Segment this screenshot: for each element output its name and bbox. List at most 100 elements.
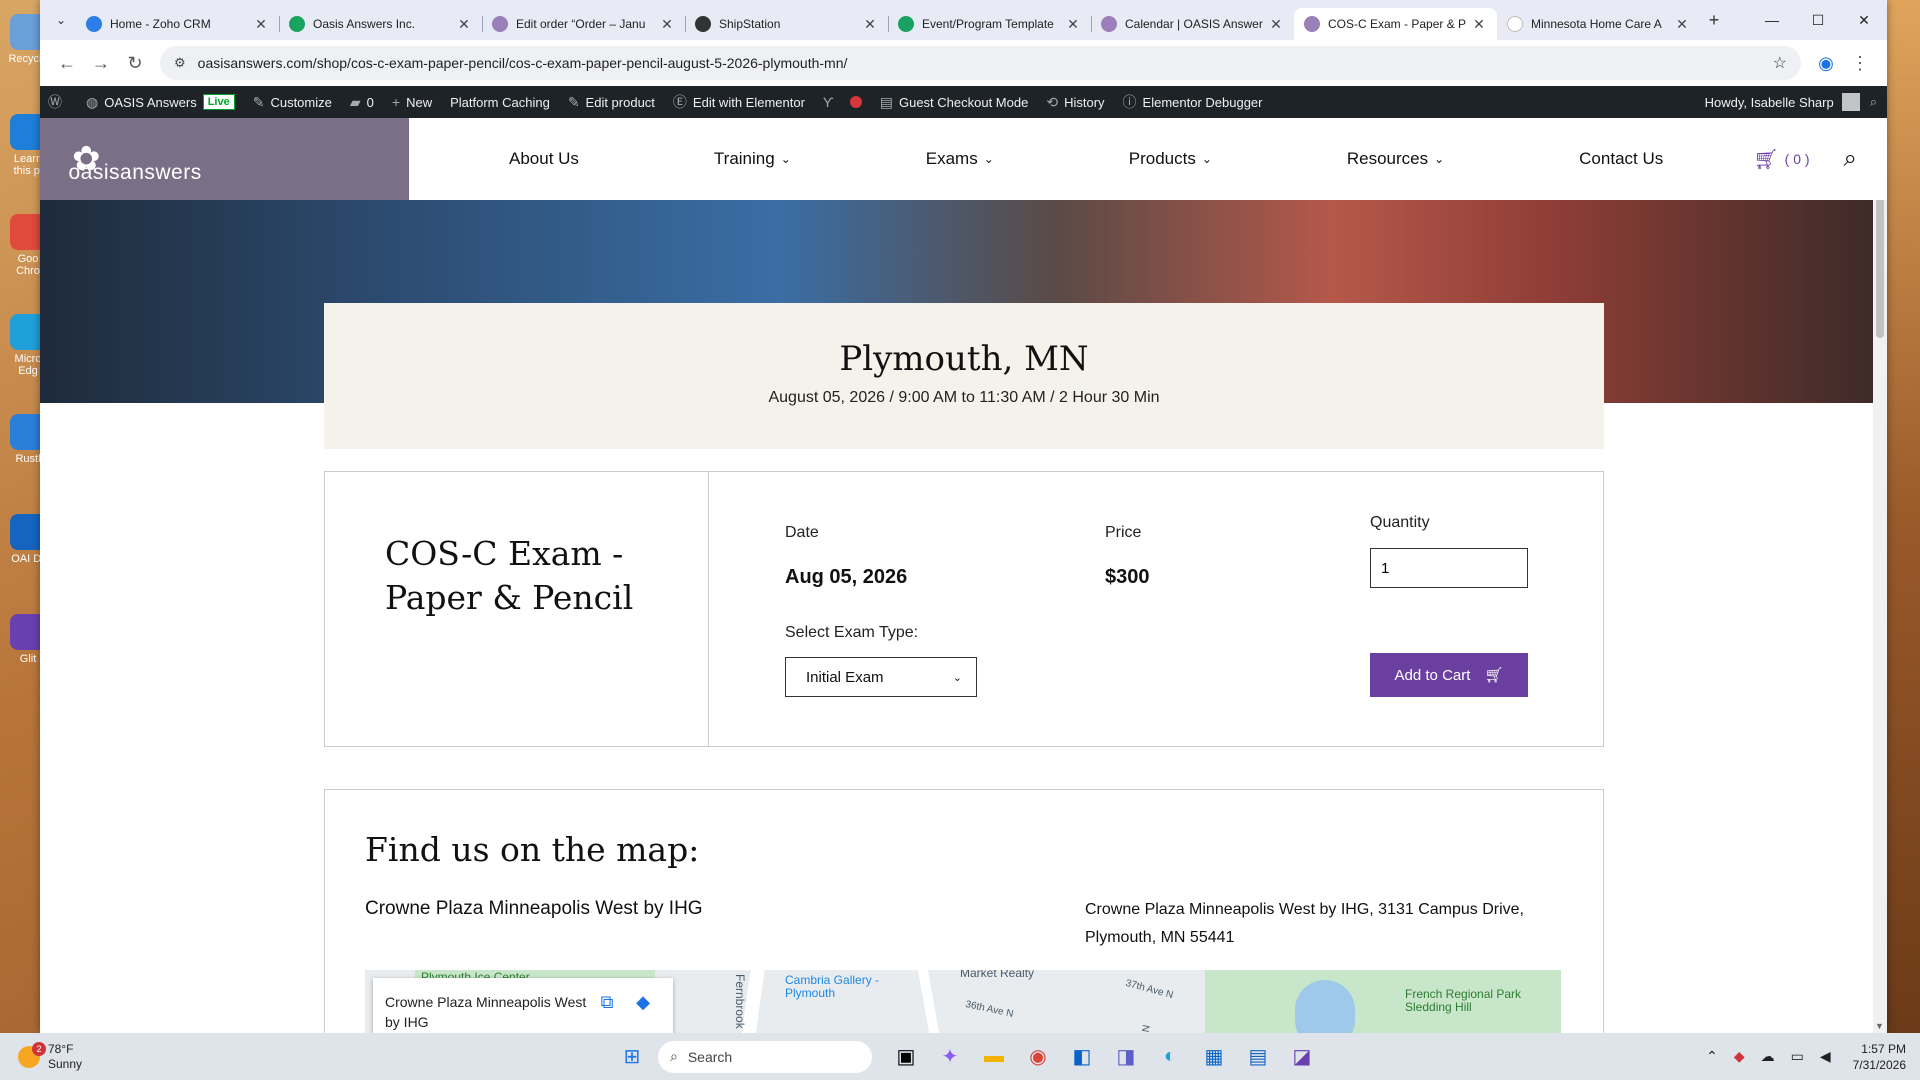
volume-icon[interactable]: ◀ <box>1820 1048 1831 1065</box>
site-header: ✿ oasisanswers About Us Training ⌄ Exams ⌄ Pr… <box>40 118 1887 200</box>
nav-item-label: Products <box>1128 149 1196 168</box>
yoast-icon[interactable]: Ƴ <box>823 94 840 110</box>
favicon-icon <box>1101 16 1117 32</box>
nav-item-products[interactable]: Products ⌄ <box>1129 149 1212 169</box>
browser-window: ⌄ Home - Zoho CRM ✕ Oasis Answers Inc. ✕ Edi… <box>40 0 1887 1033</box>
close-window-icon[interactable]: ✕ <box>1841 0 1887 40</box>
wp-customize[interactable]: ✎ Customize <box>253 94 332 111</box>
map-section: Find us on the map: Crowne Plaza Minneap… <box>324 789 1604 1033</box>
menu-icon[interactable]: ⋮ <box>1843 46 1877 80</box>
wp-platform-caching[interactable]: Platform Caching <box>450 95 550 110</box>
directions-icon[interactable]: ◆ <box>625 992 661 1033</box>
browser-tab[interactable]: Event/Program Template ✕ <box>888 8 1091 40</box>
history-icon: ⟲ <box>1046 93 1059 110</box>
url-text: oasisanswers.com/shop/cos-c-exam-paper-p… <box>197 55 848 71</box>
teams-icon[interactable]: ◨ <box>1106 1037 1146 1077</box>
date-value: Aug 05, 2026 <box>785 566 908 588</box>
chevron-up-icon[interactable]: ⌃ <box>1706 1048 1718 1065</box>
cloud-offline-icon[interactable]: ☁ <box>1761 1048 1775 1065</box>
browser-tab[interactable]: Calendar | OASIS Answer ✕ <box>1091 8 1294 40</box>
price-value: $300 <box>1105 566 1150 588</box>
outlook-icon[interactable]: ◧ <box>1062 1037 1102 1077</box>
taskbar: 2 78°F Sunny ⊞ ⌕ Search ▣ ✦ ▬ ◉ ◧ ◨ ◐ ▦ … <box>0 1033 1920 1080</box>
network-icon[interactable]: ▭ <box>1791 1048 1804 1065</box>
close-tab-icon[interactable]: ✕ <box>659 16 675 33</box>
chrome-icon[interactable]: ◉ <box>1018 1037 1058 1077</box>
app-icon[interactable]: ◪ <box>1282 1037 1322 1077</box>
security-icon[interactable]: ◆ <box>1734 1048 1745 1065</box>
wordpress-logo-icon[interactable]: Ⓦ <box>48 92 68 112</box>
close-tab-icon[interactable]: ✕ <box>1674 16 1690 33</box>
search-icon[interactable]: ⌕ <box>1844 145 1857 173</box>
edge-icon[interactable]: ◐ <box>1150 1037 1190 1077</box>
new-tab-button[interactable]: + <box>1700 10 1728 31</box>
add-to-cart-button[interactable]: Add to Cart 🛒︎ <box>1370 653 1528 697</box>
event-title-card: Plymouth, MN August 05, 2026 / 9:00 AM t… <box>324 303 1604 449</box>
weather-widget[interactable]: 2 78°F Sunny <box>18 1041 82 1072</box>
reload-icon[interactable]: ↻ <box>118 46 152 80</box>
product-name-panel: COS-C Exam - Paper & Pencil <box>325 472 709 746</box>
site-logo[interactable]: ✿ oasisanswers <box>40 118 409 200</box>
quantity-input[interactable] <box>1370 548 1528 588</box>
wp-elementor-debugger[interactable]: ⓘ Elementor Debugger <box>1123 92 1263 112</box>
wp-account[interactable]: Howdy, Isabelle Sharp ⌕ <box>1705 86 1877 118</box>
page-scrollbar[interactable]: ▲ ▼ <box>1873 118 1887 1033</box>
browser-tab[interactable]: ShipStation ✕ <box>685 8 888 40</box>
bookmark-star-icon[interactable]: ☆ <box>1773 53 1787 73</box>
nav-item-training[interactable]: Training ⌄ <box>714 149 791 169</box>
wp-history[interactable]: ⟲ History <box>1046 94 1104 111</box>
nav-item-contact-us[interactable]: Contact Us <box>1579 149 1663 169</box>
site-info-icon[interactable]: ⚙ <box>174 55 186 71</box>
scroll-down-icon[interactable]: ▼ <box>1875 1021 1884 1031</box>
wp-edit-elementor[interactable]: Ⓔ Edit with Elementor <box>673 92 805 112</box>
wp-site-name[interactable]: ◍ OASIS Answers Live <box>86 94 235 111</box>
tab-title: Home - Zoho CRM <box>110 17 211 31</box>
map-lake <box>1295 980 1355 1033</box>
close-tab-icon[interactable]: ✕ <box>862 16 878 33</box>
map-heading: Find us on the map: <box>365 830 700 869</box>
maximize-icon[interactable]: ☐ <box>1795 0 1841 40</box>
taskbar-search[interactable]: ⌕ Search <box>658 1040 872 1073</box>
nav-item-about-us[interactable]: About Us <box>509 149 579 169</box>
browser-tab[interactable]: Oasis Answers Inc. ✕ <box>279 8 482 40</box>
browser-tab[interactable]: COS-C Exam - Paper & P ✕ <box>1294 8 1497 40</box>
close-tab-icon[interactable]: ✕ <box>1065 16 1081 33</box>
close-tab-icon[interactable]: ✕ <box>1471 16 1487 33</box>
file-explorer-icon[interactable]: ▬ <box>974 1037 1014 1077</box>
exam-type-select[interactable]: Initial Exam ⌄ <box>785 657 977 697</box>
nav-item-exams[interactable]: Exams ⌄ <box>926 149 994 169</box>
browser-tab[interactable]: Home - Zoho CRM ✕ <box>76 8 279 40</box>
nav-item-resources[interactable]: Resources ⌄ <box>1347 149 1444 169</box>
wp-new[interactable]: + New <box>392 94 432 110</box>
tab-title: Oasis Answers Inc. <box>313 17 416 31</box>
profile-icon[interactable]: ◉ <box>1809 46 1843 80</box>
url-field[interactable]: ⚙ oasisanswers.com/shop/cos-c-exam-paper… <box>160 46 1801 80</box>
embedded-map[interactable]: Plymouth Ice Center Fernbrook Cambria Ga… <box>365 970 1561 1033</box>
store-icon[interactable]: ▦ <box>1194 1037 1234 1077</box>
clock[interactable]: 1:57 PM 7/31/2026 <box>1853 1041 1906 1073</box>
tab-title: ShipStation <box>719 17 781 31</box>
task-view-icon[interactable]: ▣ <box>886 1037 926 1077</box>
tab-search-dropdown[interactable]: ⌄ <box>46 6 76 34</box>
minimize-icon[interactable]: — <box>1749 0 1795 40</box>
copilot-icon[interactable]: ✦ <box>930 1037 970 1077</box>
wp-guest-checkout[interactable]: ▤ Guest Checkout Mode <box>880 94 1029 111</box>
forward-icon[interactable]: → <box>84 46 118 80</box>
wp-edit-product[interactable]: ✎ Edit product <box>568 94 655 111</box>
cart-button[interactable]: 🛒︎ ( 0 ) <box>1753 147 1809 172</box>
close-tab-icon[interactable]: ✕ <box>1268 16 1284 33</box>
notepad-icon[interactable]: ▤ <box>1238 1037 1278 1077</box>
admin-search-icon[interactable]: ⌕ <box>1870 94 1877 110</box>
map-place-card: Crowne Plaza Minneapolis West by IHG ⧉ ◆ <box>373 978 673 1033</box>
browser-tab[interactable]: Edit order “Order – Janu ✕ <box>482 8 685 40</box>
price-label: Price <box>1105 524 1142 541</box>
open-external-icon[interactable]: ⧉ <box>589 992 625 1033</box>
wp-admin-bar: Ⓦ ◍ OASIS Answers Live ✎ Customize ▰ 0 + New … <box>40 86 1887 118</box>
wp-comments[interactable]: ▰ 0 <box>350 94 374 111</box>
close-tab-icon[interactable]: ✕ <box>456 16 472 33</box>
close-tab-icon[interactable]: ✕ <box>253 16 269 33</box>
browser-tab[interactable]: Minnesota Home Care A ✕ <box>1497 8 1700 40</box>
back-icon[interactable]: ← <box>50 46 84 80</box>
windows-start-icon[interactable]: ⊞ <box>612 1037 652 1077</box>
date-label: Date <box>785 524 819 541</box>
